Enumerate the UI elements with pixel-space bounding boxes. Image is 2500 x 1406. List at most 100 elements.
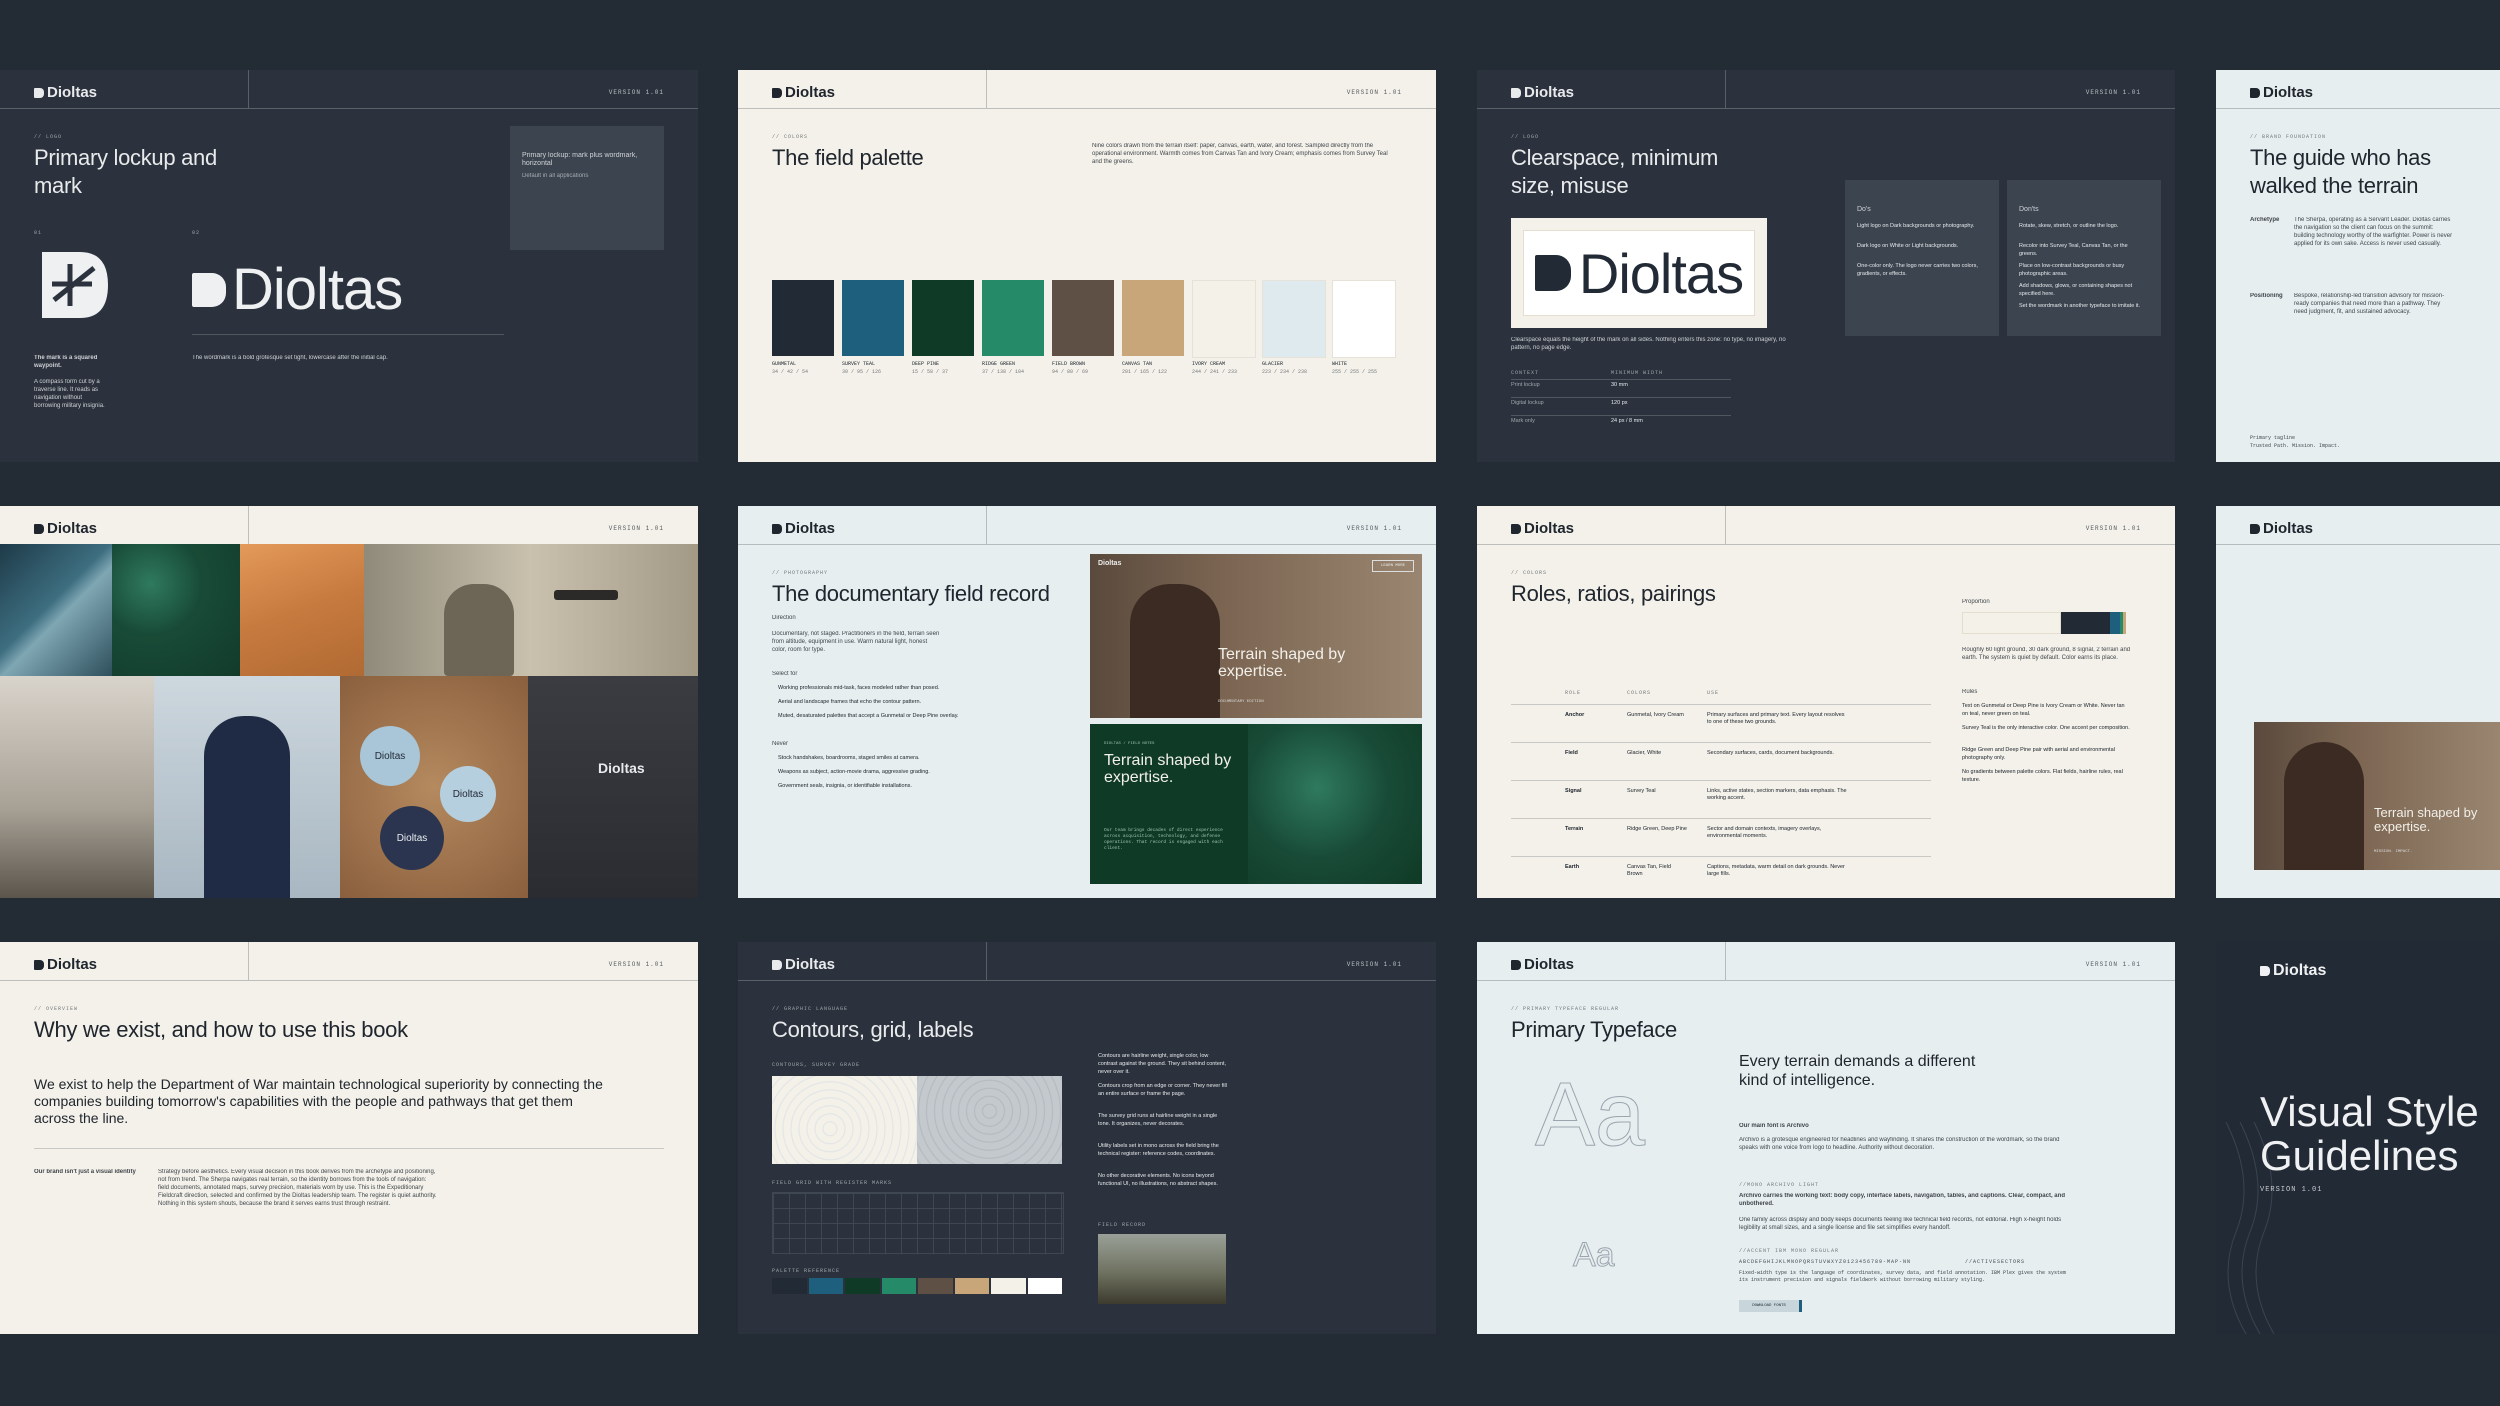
- bullet-item: Government seals, insignia, or identifia…: [778, 783, 912, 789]
- slide-field-palette[interactable]: Dioltas VERSION 1.01 // COLORS The field…: [738, 70, 1436, 462]
- positioning-text: Bespoke, relationship-led transition adv…: [2294, 293, 2445, 315]
- mono-eyebrow-2: //ACCENT IBM MONO REGULAR: [1739, 1248, 1840, 1254]
- brand-mark-icon: [34, 87, 44, 98]
- mark-caption-title: The mark is a squared waypoint.: [34, 355, 98, 369]
- table-cell: Print lockup: [1511, 382, 1540, 388]
- brand-mark-icon: [34, 523, 44, 534]
- proportion-signal: [2109, 612, 2120, 634]
- table-cell: Mark only: [1511, 418, 1535, 424]
- proportion-dark: [2061, 612, 2110, 634]
- forest-texture: [1248, 724, 1422, 884]
- bullet-item: Place on low-contrast backgrounds or bus…: [2019, 263, 2125, 277]
- drone-shape: [554, 590, 618, 600]
- clearspace-zone: Dioltas: [1523, 230, 1755, 316]
- strip-caption: PALETTE REFERENCE: [772, 1268, 841, 1274]
- table-cell: Captions, metadata, warm detail on dark …: [1707, 864, 1845, 877]
- archetype-label: Archetype: [2250, 217, 2280, 223]
- header-rule: [1477, 980, 2175, 981]
- header-rule: [0, 980, 698, 981]
- brand-logo: Dioltas: [34, 956, 97, 973]
- slide-primary-typeface[interactable]: Dioltas VERSION 1.01 // PRIMARY TYPEFACE…: [1477, 942, 2175, 1334]
- main-font-text: Archivo is a grotesque engineered for he…: [1739, 1137, 2060, 1151]
- header-divider: [248, 942, 249, 980]
- brand-mark-icon: [1511, 523, 1521, 534]
- section-eyebrow: // LOGO: [34, 134, 63, 140]
- slide-photo-card[interactable]: Dioltas Terrain shaped by expertise. MIS…: [2216, 506, 2500, 898]
- header-rule: [738, 980, 1436, 981]
- swatch-gunmetal: [772, 280, 834, 356]
- table-cell: Anchor: [1565, 712, 1585, 718]
- archetype-text: The Sherpa, operating as a Servant Leade…: [2294, 217, 2453, 247]
- green-card: DIOLTAS / FIELD NOTES Terrain shaped by …: [1090, 724, 1422, 884]
- swatch-values: 255 / 255 / 255: [1332, 369, 1378, 375]
- bullet-item: Weapons as subject, action-movie drama, …: [778, 769, 930, 775]
- header-divider: [248, 506, 249, 544]
- version-label: VERSION 1.01: [608, 961, 664, 968]
- badge-button: Dioltas: [440, 766, 496, 822]
- bullet-item: Muted, desaturated palettes that accept …: [778, 713, 959, 719]
- strip-field_brown: [918, 1278, 953, 1294]
- swatch-name: IVORY CREAM: [1192, 361, 1226, 367]
- slide-contours-grid[interactable]: Dioltas VERSION 1.01 // GRAPHIC LANGUAGE…: [738, 942, 1436, 1334]
- slide-title: Why we exist, and how to use this book: [34, 1017, 408, 1042]
- brand-mark-icon: [34, 959, 44, 970]
- slide-overview[interactable]: Dioltas VERSION 1.01 // OVERVIEW Why we …: [0, 942, 698, 1334]
- main-font-label: Our main font is Archivo: [1739, 1123, 1809, 1129]
- slide-roles-ratios[interactable]: Dioltas VERSION 1.01 // COLORS Roles, ra…: [1477, 506, 2175, 898]
- header-divider: [248, 70, 249, 108]
- table-rule: [1511, 397, 1731, 398]
- brand-mark-icon: [772, 959, 782, 970]
- table-rule: [1511, 780, 1931, 781]
- section-eyebrow: // PHOTOGRAPHY: [772, 570, 829, 576]
- version-label: VERSION 1.01: [2085, 525, 2141, 532]
- palette-intro: Nine colors drawn from the terrain itsel…: [1092, 143, 1388, 165]
- bullet-item: Text on Gunmetal or Deep Pine is Ivory C…: [1962, 703, 2125, 717]
- working-label: Archivo carries the working text: body c…: [1739, 1193, 2065, 1207]
- donts-title: Don'ts: [2019, 206, 2039, 213]
- note-body: Default in all applications: [522, 173, 589, 179]
- contour-caption: CONTOURS, SURVEY GRADE: [772, 1062, 861, 1068]
- direction-text: Documentary, not staged. Practitioners i…: [772, 631, 940, 653]
- table-cell: Ridge Green, Deep Pine: [1627, 826, 1687, 832]
- header-rule: [1477, 108, 2175, 109]
- brand-logo: Dioltas: [2260, 962, 2326, 980]
- direction-label: Direction: [772, 615, 796, 621]
- slide-primary-lockup[interactable]: Dioltas VERSION 1.01 // LOGO Primary loc…: [0, 70, 698, 462]
- swatch-label: RIDGE GREEN 37 / 138 / 104: [982, 360, 1044, 376]
- slide-brand-foundation[interactable]: Dioltas // BRAND FOUNDATION The guide wh…: [2216, 70, 2500, 462]
- header-divider: [1725, 942, 1726, 980]
- proportion-label: Proportion: [1962, 599, 1990, 605]
- section-eyebrow: // BRAND FOUNDATION: [2250, 134, 2327, 140]
- slide-title: Clearspace, minimum size, misuse: [1511, 145, 1719, 198]
- slide-title: Roles, ratios, pairings: [1511, 581, 1716, 606]
- header-rule: [738, 108, 1436, 109]
- version-label: VERSION 1.01: [608, 525, 664, 532]
- tagline-label: Primary tagline: [2250, 435, 2296, 441]
- version-label: VERSION 1.01: [2085, 89, 2141, 96]
- green-body: Our team brings decades of direct experi…: [1104, 828, 1223, 851]
- rules-label: Rules: [1962, 689, 1978, 695]
- slide-photo-collage[interactable]: Dioltas VERSION 1.01 Dioltas Dioltas Dio…: [0, 506, 698, 898]
- tagline-text: Trusted Path. Mission. Impact.: [2250, 443, 2341, 449]
- proportion-bar: [1962, 612, 2126, 634]
- swatch-survey_teal: [842, 280, 904, 356]
- brand-mark-icon: [1511, 87, 1521, 98]
- card-button[interactable]: LEARN MORE: [1371, 560, 1414, 572]
- contour-panel: [772, 1076, 1062, 1164]
- dos-title: Do's: [1857, 206, 1871, 213]
- cover-title: Visual Style Guidelines: [2260, 1088, 2479, 1179]
- clearspace-panel: Dioltas: [1511, 218, 1767, 328]
- swatch-label: WHITE 255 / 255 / 255: [1332, 360, 1394, 376]
- download-fonts-button[interactable]: DOWNLOAD FONTS: [1739, 1300, 1802, 1312]
- bullet-item: Survey Teal is the only interactive colo…: [1962, 725, 2130, 731]
- slide-cover[interactable]: Dioltas Visual Style Guidelines VERSION …: [2216, 942, 2500, 1334]
- slide-title: Primary lockup and mark: [34, 145, 217, 198]
- header-divider: [986, 506, 987, 544]
- select-label: Select for: [772, 671, 798, 677]
- brand-logo: Dioltas: [2250, 84, 2313, 101]
- wordmark-rule: [192, 334, 504, 335]
- aside-label: Our brand isn't just a visual identity: [34, 1169, 136, 1175]
- bullet-item: Ridge Green and Deep Pine pair with aeri…: [1962, 747, 2115, 761]
- slide-documentary[interactable]: Dioltas VERSION 1.01 // PHOTOGRAPHY The …: [738, 506, 1436, 898]
- slide-clearspace[interactable]: Dioltas VERSION 1.01 // LOGO Clearspace,…: [1477, 70, 2175, 462]
